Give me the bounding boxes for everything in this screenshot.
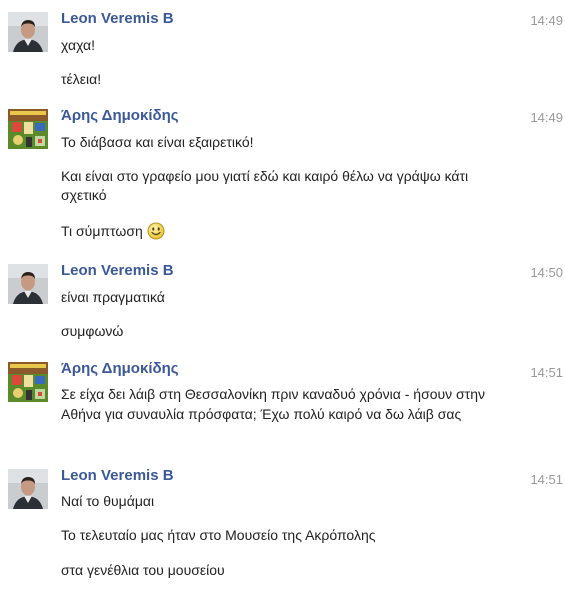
- message-text: Το τελευταίο μας ήταν στο Μουσείο της Ακ…: [61, 527, 376, 543]
- message-text: Σε είχα δει λάιβ στη Θεσσαλονίκη πριν κα…: [61, 386, 485, 422]
- message-text: Τι σύμπτωση: [61, 223, 143, 239]
- timestamp: 14:49: [530, 110, 563, 125]
- message-text: είναι πραγματικά: [61, 289, 165, 305]
- message-text: συμφωνώ: [61, 323, 124, 339]
- message-text: Το διάβασα και είναι εξαιρετικό!: [61, 134, 254, 150]
- timestamp: 14:49: [530, 13, 563, 28]
- timestamp: 14:51: [530, 472, 563, 487]
- message-text: Ναί το θυμάμαι: [61, 493, 155, 509]
- message-text-with-emoticon: Τι σύμπτωση: [61, 222, 501, 245]
- smiley-face-icon: [147, 222, 165, 245]
- message-text: Και είναι στο γραφείο μου γιατί εδώ και …: [61, 168, 469, 203]
- timestamp: 14:50: [530, 265, 563, 280]
- avatar[interactable]: [8, 109, 48, 149]
- profile-photo-colorful-collage-icon: [8, 362, 48, 402]
- sender-name[interactable]: Άρης Δημοκίδης: [61, 107, 179, 125]
- message-group: Leon Veremis B 14:50 είναι πραγματικά συ…: [0, 262, 565, 347]
- sender-name[interactable]: Leon Veremis B: [61, 262, 174, 280]
- sender-name[interactable]: Leon Veremis B: [61, 467, 174, 485]
- profile-photo-man-icon: [8, 12, 48, 52]
- avatar[interactable]: [8, 469, 48, 509]
- message-text: στα γενέθλια του μουσείου: [61, 562, 225, 578]
- avatar[interactable]: [8, 264, 48, 304]
- avatar[interactable]: [8, 362, 48, 402]
- sender-name[interactable]: Leon Veremis B: [61, 10, 174, 28]
- message-text: χαχα!: [61, 37, 96, 53]
- profile-photo-man-icon: [8, 264, 48, 304]
- sender-name[interactable]: Άρης Δημοκίδης: [61, 360, 179, 378]
- message-group: Leon Veremis B 14:51 Ναί το θυμάμαι Το τ…: [0, 467, 565, 587]
- avatar[interactable]: [8, 12, 48, 52]
- profile-photo-man-icon: [8, 469, 48, 509]
- message-group: Leon Veremis B 14:49 χαχα! τέλεια!: [0, 10, 565, 100]
- message-group: Άρης Δημοκίδης 14:51 Σε είχα δει λάιβ στ…: [0, 360, 565, 455]
- message-text: τέλεια!: [61, 71, 102, 87]
- timestamp: 14:51: [530, 365, 563, 380]
- profile-photo-colorful-collage-icon: [8, 109, 48, 149]
- message-group: Άρης Δημοκίδης 14:49 Το διάβασα και είνα…: [0, 107, 565, 252]
